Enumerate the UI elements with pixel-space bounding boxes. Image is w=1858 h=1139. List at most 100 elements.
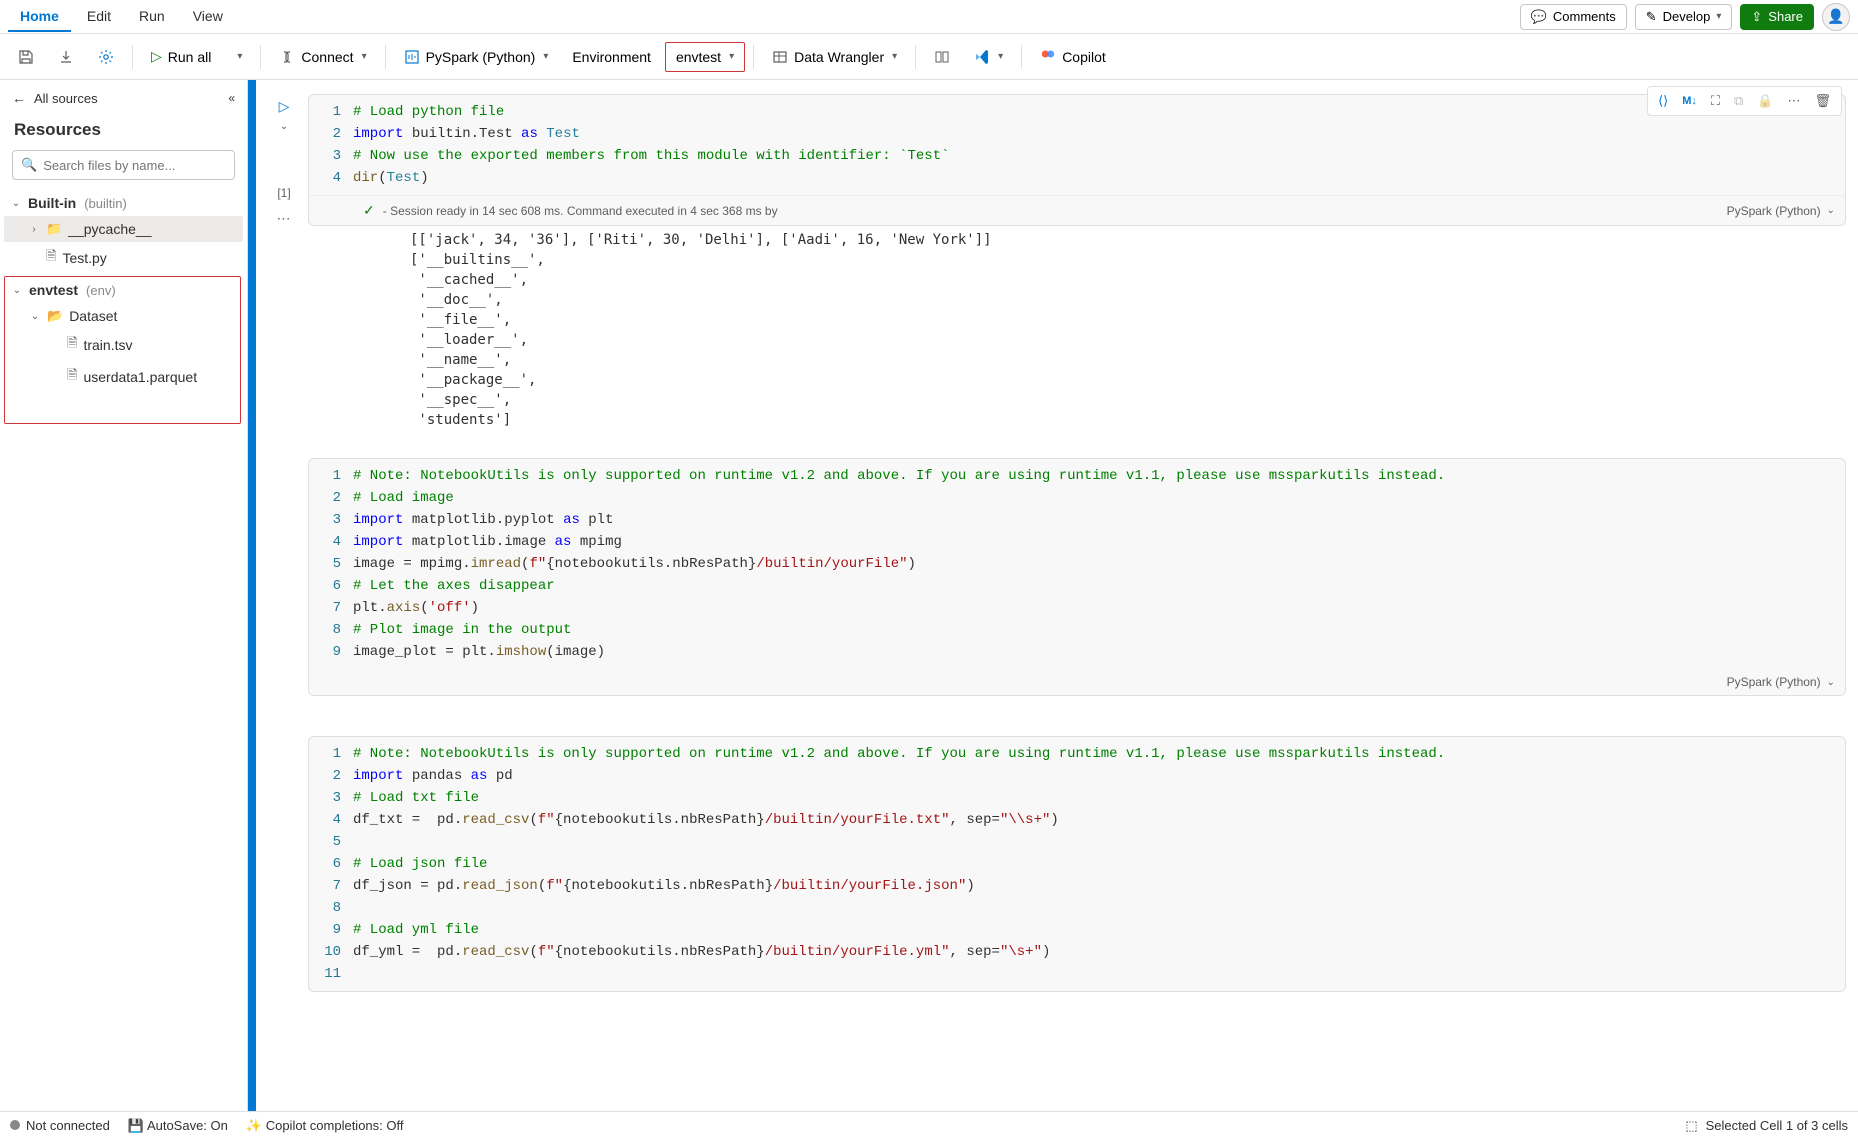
collapse-sidebar-button[interactable]: « (228, 91, 235, 105)
share-icon: ⇪ (1751, 9, 1762, 25)
code-content[interactable]: # Load python file import builtin.Test a… (353, 101, 1845, 189)
avatar[interactable]: 👤 (1822, 3, 1850, 31)
develop-button[interactable]: ✎ Develop ▾ (1635, 4, 1733, 30)
folder-open-icon: 📂 (47, 308, 63, 324)
chevron-down-icon: ▾ (998, 51, 1003, 62)
code-cell-2[interactable]: 123456789 # Note: NotebookUtils is only … (308, 458, 1846, 696)
environment-select[interactable]: envtest ▾ (665, 42, 745, 72)
cell-output-menu[interactable]: ⋯ (277, 210, 292, 227)
code-content[interactable]: # Note: NotebookUtils is only supported … (353, 743, 1845, 985)
share-button[interactable]: ⇪ Share (1740, 4, 1814, 30)
tree-node-dataset[interactable]: ⌄ 📂 Dataset (5, 303, 240, 329)
comments-button[interactable]: 💬 Comments (1520, 4, 1627, 30)
cell-language-selector[interactable]: PySpark (Python) ⌄ (1727, 675, 1835, 689)
selection-status: Selected Cell 1 of 3 cells (1706, 1118, 1848, 1133)
envtest-label: envtest (29, 282, 78, 298)
pycache-label: __pycache__ (68, 221, 151, 237)
menu-edit[interactable]: Edit (75, 2, 123, 32)
cell-language-selector[interactable]: PySpark (Python) ⌄ (1727, 204, 1835, 218)
chevron-down-icon: ⌄ (11, 285, 23, 296)
sidebar: ← All sources « Resources 🔍 ⌄ Built-in (… (0, 80, 248, 1111)
connect-button[interactable]: Connect ▾ (269, 43, 376, 71)
tree-node-userdata[interactable]: 🗎 userdata1.parquet (5, 361, 240, 393)
chevron-down-icon: ▾ (892, 51, 897, 62)
code-cell-1[interactable]: 1234 # Load python file import builtin.T… (308, 94, 1846, 226)
kernel-button[interactable]: PySpark (Python) ▾ (394, 43, 559, 71)
connection-status[interactable]: Not connected (10, 1118, 110, 1133)
chevron-down-icon: ⌄ (1827, 677, 1835, 688)
notebook-area: ⟨⟩ M↓ ⛶ ⧉ 🔒 ⋯ 🗑 ▷ ⌄ [1] ⋯ (248, 80, 1858, 1111)
download-button[interactable] (48, 43, 84, 71)
delete-button[interactable]: 🗑 (1808, 89, 1837, 113)
run-all-label: Run all (168, 49, 212, 65)
settings-button[interactable] (88, 43, 124, 71)
chevron-down-icon: ▾ (237, 51, 242, 62)
gear-icon (98, 49, 114, 65)
play-icon: ▷ (151, 48, 162, 65)
envtest-suffix: (env) (86, 283, 116, 298)
expand-button[interactable]: ⛶ (1705, 89, 1726, 113)
vscode-button[interactable]: ▾ (964, 43, 1013, 71)
autosave-status[interactable]: 💾 AutoSave: On (128, 1118, 228, 1134)
menubar-tabs: Home Edit Run View (8, 2, 235, 32)
tree-node-builtin[interactable]: ⌄ Built-in (builtin) (4, 190, 243, 216)
file-icon: 🗎 (46, 247, 56, 269)
run-all-button[interactable]: ▷ Run all (141, 42, 221, 71)
chevron-right-icon: › (28, 224, 40, 235)
chevron-down-icon: ▾ (362, 51, 367, 62)
run-cell-button[interactable]: ▷ (279, 98, 290, 115)
dataset-label: Dataset (69, 308, 117, 324)
menubar: Home Edit Run View 💬 Comments ✎ Develop … (0, 0, 1858, 34)
line-numbers: 123456789 (309, 465, 353, 663)
envtest-section-highlight: ⌄ envtest (env) ⌄ 📂 Dataset 🗎 train.tsv (4, 276, 241, 424)
comment-icon: 💬 (1531, 9, 1547, 25)
selection-icon: ⬚ (1685, 1118, 1697, 1134)
save-button[interactable] (8, 43, 44, 71)
copilot-status[interactable]: ✨ Copilot completions: Off (246, 1118, 404, 1134)
environment-label-btn[interactable]: Environment (562, 43, 661, 71)
layout-icon (934, 49, 950, 65)
chevron-down-icon: ⌄ (1827, 205, 1835, 216)
back-button[interactable]: ← (12, 90, 26, 106)
tree-node-pycache[interactable]: › 📁 __pycache__ (4, 216, 243, 242)
copilot-button[interactable]: Copilot (1030, 40, 1116, 73)
tree-node-envtest[interactable]: ⌄ envtest (env) (5, 277, 240, 303)
download-icon (58, 49, 74, 65)
kernel-icon (404, 49, 420, 65)
tree-node-testpy[interactable]: 🗎 Test.py (4, 242, 243, 274)
code-cell-button[interactable]: ⟨⟩ (1652, 89, 1674, 113)
layout-button[interactable] (924, 43, 960, 71)
lock-button[interactable]: 🔒 (1751, 89, 1779, 113)
status-dot-icon (10, 1120, 20, 1130)
code-content[interactable]: # Note: NotebookUtils is only supported … (353, 465, 1845, 663)
chevron-down-icon: ▾ (1716, 11, 1721, 22)
cell-toolbar: ⟨⟩ M↓ ⛶ ⧉ 🔒 ⋯ 🗑 (1647, 86, 1842, 116)
train-label: train.tsv (83, 337, 132, 353)
run-cell-menu[interactable]: ⌄ (280, 121, 288, 132)
vscode-icon (974, 49, 990, 65)
comments-label: Comments (1553, 9, 1616, 24)
kernel-label: PySpark (Python) (426, 49, 536, 65)
cell-status-bar: ✓ - Session ready in 14 sec 608 ms. Comm… (309, 195, 1845, 225)
menu-home[interactable]: Home (8, 2, 71, 32)
run-all-menu[interactable]: ▾ (225, 45, 252, 68)
userdata-label: userdata1.parquet (83, 369, 197, 385)
tree-node-train[interactable]: 🗎 train.tsv (5, 329, 240, 361)
menu-view[interactable]: View (181, 2, 235, 32)
search-box[interactable]: 🔍 (12, 150, 235, 180)
more-button[interactable]: ⋯ (1781, 89, 1806, 113)
data-wrangler-label: Data Wrangler (794, 49, 884, 65)
menu-run[interactable]: Run (127, 2, 177, 32)
line-numbers: 1234 (309, 101, 353, 189)
environment-label: Environment (572, 49, 651, 65)
status-text: - Session ready in 14 sec 608 ms. Comman… (383, 204, 778, 218)
folder-icon: 📁 (46, 221, 62, 237)
search-input[interactable] (43, 158, 226, 173)
copilot-label: Copilot (1062, 49, 1106, 65)
code-cell-3[interactable]: 1234567891011 # Note: NotebookUtils is o… (308, 736, 1846, 992)
markdown-cell-button[interactable]: M↓ (1676, 89, 1703, 113)
share-label: Share (1768, 9, 1803, 24)
data-wrangler-button[interactable]: Data Wrangler ▾ (762, 43, 907, 71)
all-sources-label[interactable]: All sources (34, 91, 98, 106)
copy-button[interactable]: ⧉ (1728, 89, 1749, 113)
